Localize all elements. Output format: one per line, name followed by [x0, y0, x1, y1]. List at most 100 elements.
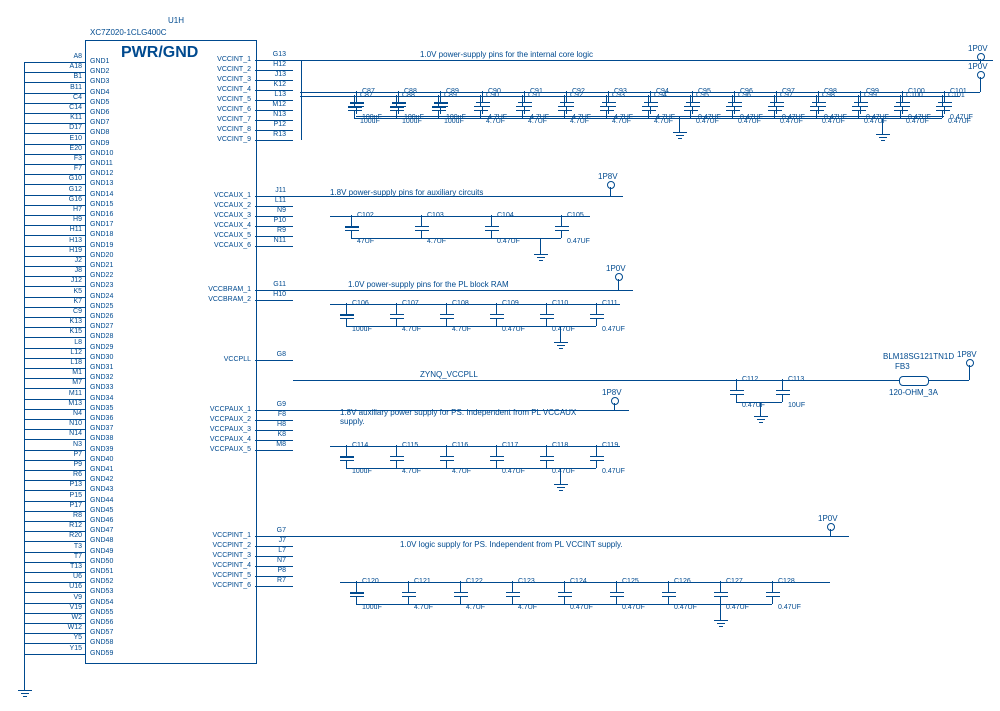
cap-ref: C118: [552, 442, 568, 449]
pin-number: G12: [54, 186, 82, 193]
pin-number: V19: [54, 604, 82, 611]
cap-val: 0.47UF: [552, 468, 575, 475]
cap-ref: C120: [362, 578, 379, 585]
pin-number: A8: [54, 53, 82, 60]
capacitor: [590, 308, 606, 324]
cap-val: 0.47UF: [906, 118, 929, 125]
net-zynq-vccpll: ZYNQ_VCCPLL: [420, 370, 478, 379]
capacitor: [540, 308, 556, 324]
capacitor: [936, 100, 952, 116]
capacitor: [474, 100, 490, 116]
pin-number: G10: [54, 175, 82, 182]
pin-name-gnd: GND51: [90, 568, 113, 575]
cap-val: 10UF: [788, 402, 805, 409]
pin-name-gnd: GND19: [90, 242, 113, 249]
pin-number: K15: [54, 328, 82, 335]
pin-name-gnd: GND10: [90, 150, 113, 157]
pin-name: VCCPINT_4: [195, 562, 251, 569]
cap-val: 0.47UF: [497, 238, 520, 245]
pin-name-gnd: GND20: [90, 252, 113, 259]
pin-name-gnd: GND35: [90, 405, 113, 412]
pin-name-gnd: GND1: [90, 58, 109, 65]
pin-name: VCCPAUX_4: [195, 436, 251, 443]
capacitor: [768, 100, 784, 116]
pin-number: E10: [54, 135, 82, 142]
pin-number: K5: [54, 288, 82, 295]
pin-number: P12: [258, 121, 286, 128]
cap-val: 0.47UF: [622, 604, 645, 611]
cap-ref: C101: [948, 92, 965, 99]
cap-ref: C112: [742, 376, 758, 383]
cap-val: 0.47UF: [742, 402, 765, 409]
pin-number: C9: [54, 308, 82, 315]
cap-ref: C103: [427, 212, 444, 219]
pin-name: VCCINT_2: [195, 66, 251, 73]
cap-ref: C107: [402, 300, 419, 307]
pin-number: G9: [258, 401, 286, 408]
pin-number: N11: [258, 237, 286, 244]
pin-name-gnd: GND55: [90, 609, 113, 616]
pin-number: H19: [54, 247, 82, 254]
cap-val: 0.47UF: [948, 118, 971, 125]
pin-name: VCCINT_8: [195, 126, 251, 133]
pin-number: P9: [54, 461, 82, 468]
note-vccaux: 1.8V power-supply pins for auxiliary cir…: [330, 188, 483, 197]
pin-number: T3: [54, 543, 82, 550]
pin-name-gnd: GND30: [90, 354, 113, 361]
cap-val: 0.47UF: [552, 326, 575, 333]
pin-name: VCCINT_6: [195, 106, 251, 113]
power-flag: [977, 53, 985, 61]
cap-ref: C95: [696, 92, 709, 99]
cap-ref: C126: [674, 578, 691, 585]
cap-val: 0.47UF: [822, 118, 845, 125]
capacitor: [485, 220, 501, 236]
pin-name-gnd: GND36: [90, 415, 113, 422]
cap-ref: C99: [864, 92, 877, 99]
pin-name-gnd: GND46: [90, 517, 113, 524]
capacitor: [402, 586, 418, 602]
power-flag: [966, 359, 974, 367]
pin-number: P13: [54, 481, 82, 488]
pin-name: VCCBRAM_1: [195, 286, 251, 293]
cap-ref: C90: [486, 92, 499, 99]
pin-name-gnd: GND32: [90, 374, 113, 381]
pin-number: K11: [54, 114, 82, 121]
cap-ref: C124: [570, 578, 587, 585]
cap-ref: C105: [567, 212, 584, 219]
cap-val: 0.47UF: [602, 468, 625, 475]
pin-name-gnd: GND59: [90, 650, 113, 657]
pin-number: P10: [258, 217, 286, 224]
cap-ref: C122: [466, 578, 483, 585]
pin-name: VCCINT_7: [195, 116, 251, 123]
cap-ref: C114: [352, 442, 368, 449]
pin-name: VCCPAUX_5: [195, 446, 251, 453]
pin-number: Y5: [54, 634, 82, 641]
pin-number: H9: [54, 216, 82, 223]
pin-name: VCCAUX_2: [195, 202, 251, 209]
ground-symbol: [554, 478, 568, 492]
pin-name-gnd: GND5: [90, 99, 109, 106]
pin-number: N9: [258, 207, 286, 214]
pin-number: N4: [54, 410, 82, 417]
capacitor: [390, 308, 406, 324]
cap-ref: C115: [402, 442, 418, 449]
capacitor: [776, 384, 792, 400]
cap-val: 0.47UF: [602, 326, 625, 333]
pin-number: H7: [54, 206, 82, 213]
pin-number: H11: [54, 226, 82, 233]
capacitor: [415, 220, 431, 236]
capacitor: [540, 450, 556, 466]
cap-val: 0.47UF: [738, 118, 761, 125]
pin-name: VCCAUX_6: [195, 242, 251, 249]
cap-ref: C89: [444, 92, 457, 99]
power-flag: [615, 273, 623, 281]
capacitor: [490, 450, 506, 466]
pin-number: N3: [54, 441, 82, 448]
pin-name: VCCBRAM_2: [195, 296, 251, 303]
ground-symbol: [18, 684, 32, 698]
pin-name-gnd: GND47: [90, 527, 113, 534]
power-flag: [611, 397, 619, 405]
cap-val: 4.7UF: [612, 118, 631, 125]
pin-name-gnd: GND52: [90, 578, 113, 585]
capacitor: [852, 100, 868, 116]
